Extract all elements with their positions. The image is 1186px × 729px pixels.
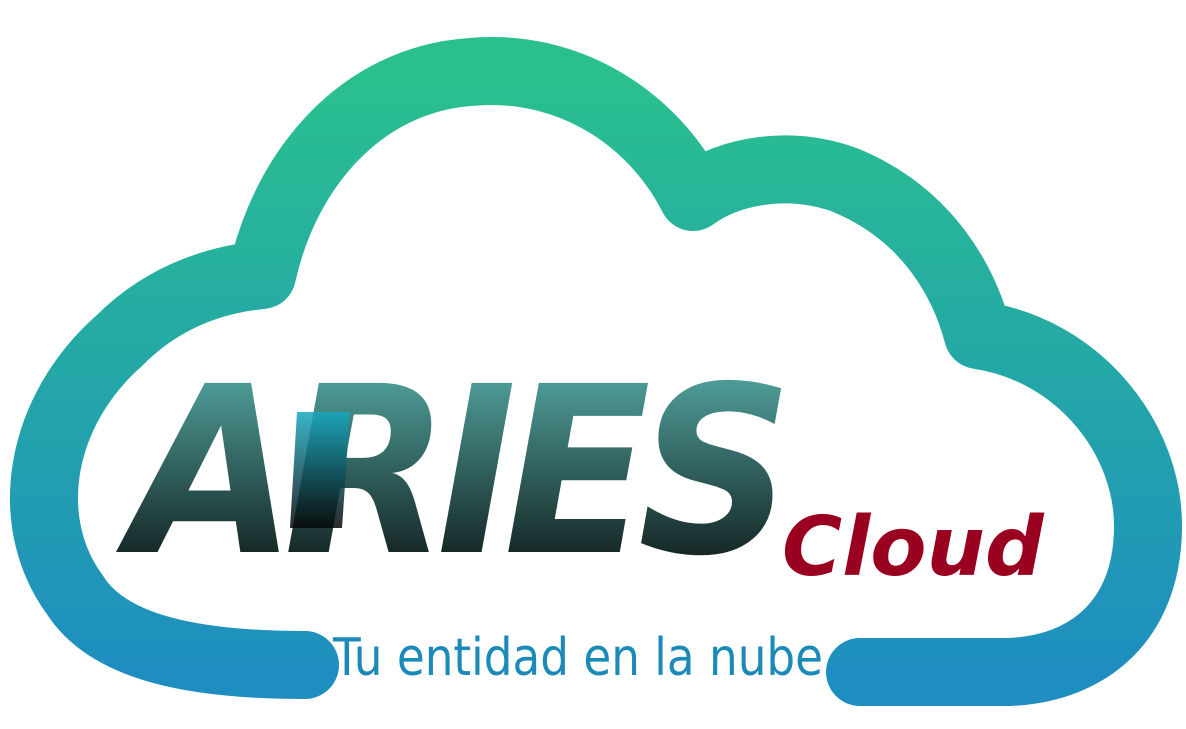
logo: ARIES Cloud Tu entidad en la nube xyxy=(0,0,1186,729)
tagline: Tu entidad en la nube xyxy=(332,628,823,688)
brand-accent-mark xyxy=(290,412,350,528)
brand-wordmark: ARIES xyxy=(115,337,796,607)
product-name: Cloud xyxy=(782,500,1045,595)
brand-name: ARIES xyxy=(115,337,782,607)
logo-canvas: ARIES Cloud Tu entidad en la nube xyxy=(9,37,1182,706)
